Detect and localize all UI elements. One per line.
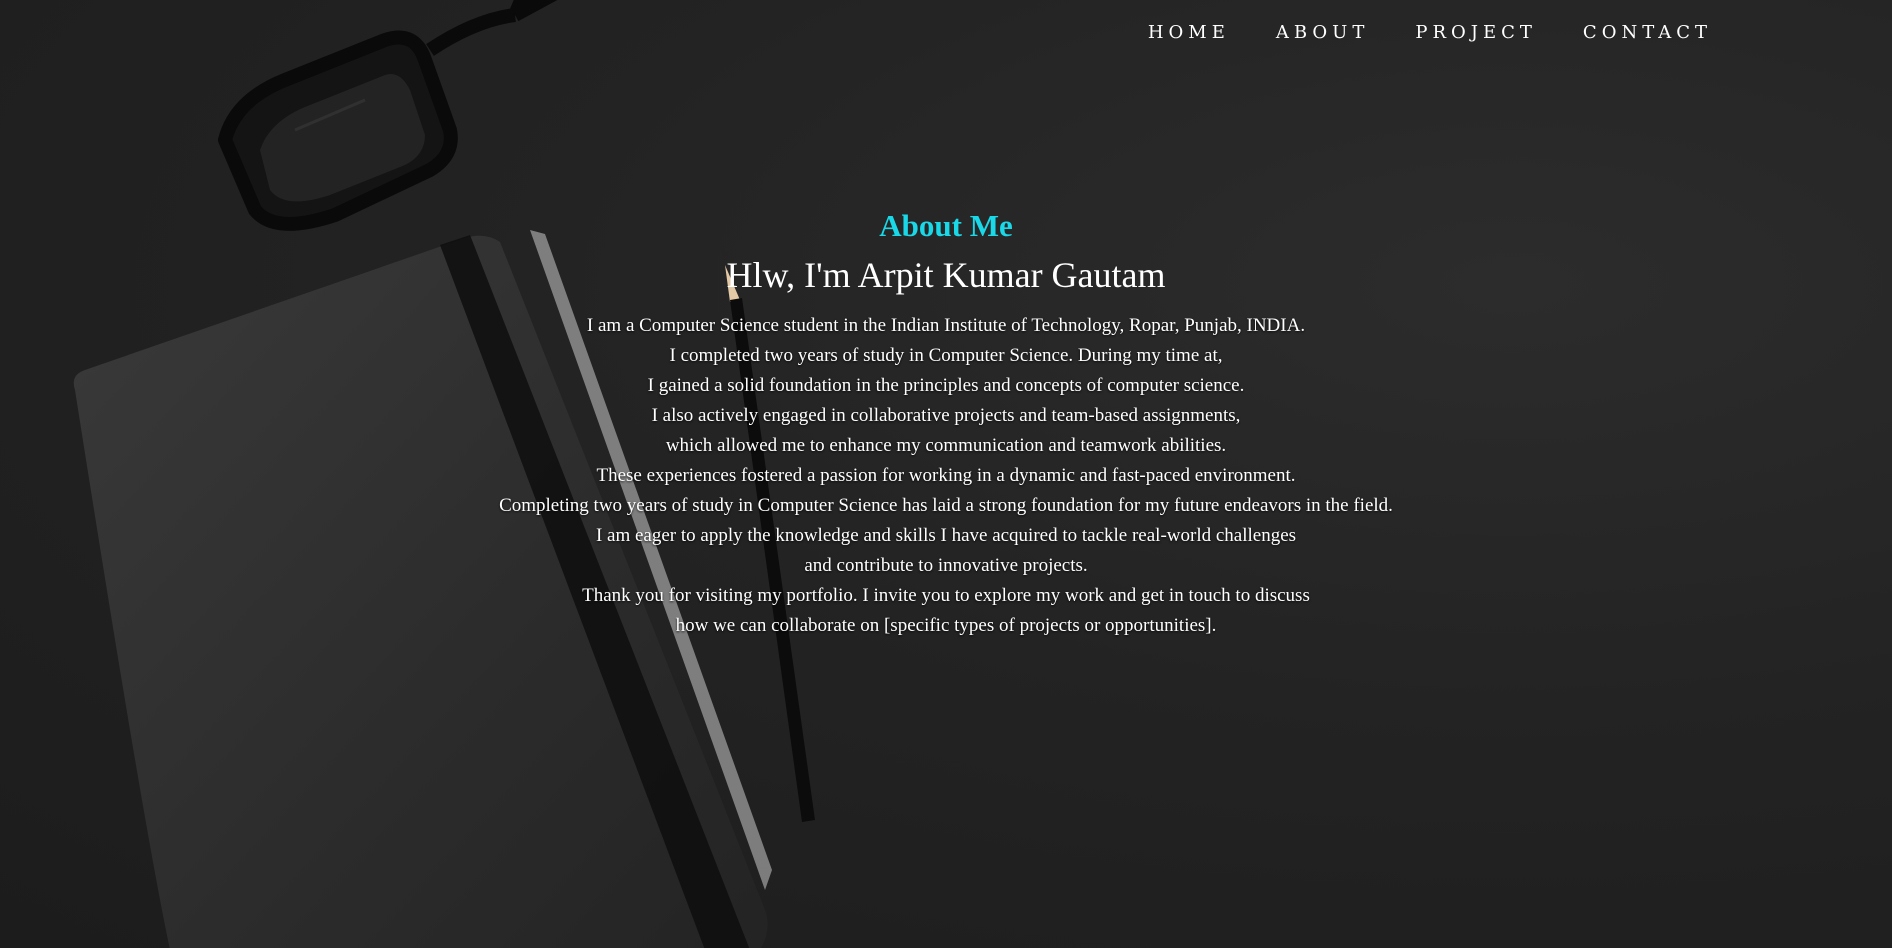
nav-project-link[interactable]: PROJECT (1415, 22, 1537, 43)
about-name-title: Hlw, I'm Arpit Kumar Gautam (726, 255, 1166, 295)
about-line: These experiences fostered a passion for… (596, 465, 1296, 486)
about-line: I also actively engaged in collaborative… (651, 405, 1241, 426)
nav-about-link[interactable]: ABOUT (1276, 22, 1370, 43)
about-line: and contribute to innovative projects. (804, 555, 1088, 576)
about-line: which allowed me to enhance my communica… (665, 435, 1227, 456)
about-line: I am eager to apply the knowledge and sk… (595, 525, 1297, 546)
about-line: I gained a solid foundation in the princ… (647, 375, 1245, 396)
about-heading: About Me (879, 208, 1013, 243)
about-line: Completing two years of study in Compute… (499, 495, 1393, 516)
top-navigation: HOME ABOUT PROJECT CONTACT (1148, 22, 1712, 43)
about-section: About Me Hlw, I'm Arpit Kumar Gautam I a… (0, 205, 1892, 641)
nav-contact-link[interactable]: CONTACT (1583, 22, 1712, 43)
about-line: I completed two years of study in Comput… (669, 345, 1223, 366)
about-description: I am a Computer Science student in the I… (0, 311, 1892, 641)
about-line: Thank you for visiting my portfolio. I i… (582, 585, 1310, 606)
about-line: how we can collaborate on [specific type… (675, 615, 1217, 636)
nav-home-link[interactable]: HOME (1148, 22, 1230, 43)
about-line: I am a Computer Science student in the I… (586, 315, 1306, 336)
